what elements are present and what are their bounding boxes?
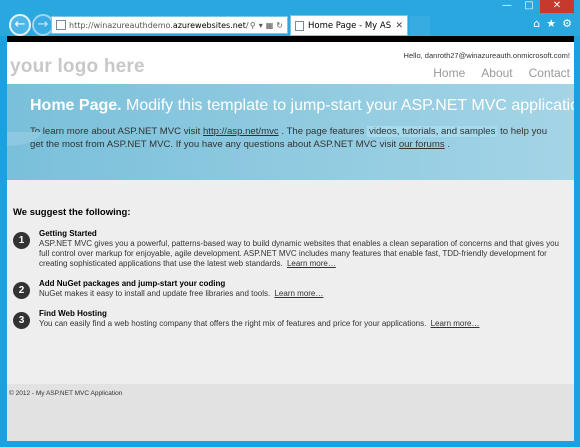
aspnet-mvc-link[interactable]: http://asp.net/mvc: [203, 126, 279, 137]
maximize-icon[interactable]: □: [518, 0, 540, 13]
step-text: NuGet makes it easy to install and updat…: [39, 289, 568, 299]
site-logo[interactable]: your logo here: [10, 56, 145, 78]
featured-title-rest: Modify this template to jump-start your …: [121, 97, 574, 114]
page-icon: [56, 20, 66, 30]
step-body: Find Web Hosting You can easily find a w…: [39, 309, 568, 329]
featured-highlight: videos, tutorials, and samples: [367, 126, 498, 137]
tab-close-icon[interactable]: ✕: [395, 21, 403, 31]
browser-window: — □ ✕ ← → http://winazureauthdemo.azurew…: [0, 0, 580, 447]
address-domain: azurewebsites.net: [172, 20, 246, 30]
new-tab-button[interactable]: [410, 16, 430, 36]
address-suffix: /: [245, 20, 249, 30]
step-body: Getting Started ASP.NET MVC gives you a …: [39, 229, 568, 269]
compat-icon[interactable]: ▦: [266, 21, 274, 30]
step-text: ASP.NET MVC gives you a powerful, patter…: [39, 239, 568, 269]
browser-toolbar-icons: ⌂ ★ ⚙: [533, 17, 572, 30]
window-controls: — □ ✕: [496, 0, 574, 13]
browser-tab[interactable]: Home Page - My ASP.NET ... ✕: [290, 15, 408, 36]
settings-icon[interactable]: ⚙: [562, 17, 572, 30]
site-nav: Home About Contact: [417, 66, 570, 80]
tab-title: Home Page - My ASP.NET ...: [308, 20, 392, 31]
site-header: your logo here Hello, danroth27@winazure…: [7, 42, 574, 84]
featured-text-part4: .: [444, 139, 451, 150]
site-footer: © 2012 - My ASP.NET MVC Application: [7, 384, 574, 441]
step-number: 1: [13, 232, 30, 249]
search-icon[interactable]: ⚲: [250, 21, 256, 30]
step-item: 3 Find Web Hosting You can easily find a…: [13, 309, 568, 329]
featured-title: Home Page. Modify this template to jump-…: [30, 97, 574, 115]
close-window-icon[interactable]: ✕: [540, 0, 574, 13]
address-bar[interactable]: http://winazureauthdemo.azurewebsites.ne…: [51, 16, 288, 34]
step-item: 2 Add NuGet packages and jump-start your…: [13, 279, 568, 299]
address-url[interactable]: http://winazureauthdemo.azurewebsites.ne…: [69, 21, 250, 30]
minimize-icon[interactable]: —: [496, 0, 518, 13]
nav-about[interactable]: About: [481, 66, 512, 80]
nav-contact[interactable]: Contact: [529, 66, 570, 80]
learn-more-link[interactable]: Learn more…: [287, 259, 336, 268]
step-body: Add NuGet packages and jump-start your c…: [39, 279, 568, 299]
tab-page-icon: [295, 20, 304, 31]
refresh-icon[interactable]: ↻: [276, 21, 283, 30]
step-description: You can easily find a web hosting compan…: [39, 319, 427, 328]
favorites-icon[interactable]: ★: [546, 17, 556, 30]
featured-title-bold: Home Page.: [30, 97, 122, 114]
suggest-heading: We suggest the following:: [13, 207, 131, 218]
featured-text-part2: . The page features: [278, 126, 368, 137]
address-icons: ⚲ ▾ ▦ ↻: [250, 21, 283, 30]
user-greeting[interactable]: Hello, danroth27@winazureauth.onmicrosof…: [404, 51, 570, 60]
step-item: 1 Getting Started ASP.NET MVC gives you …: [13, 229, 568, 269]
step-title: Add NuGet packages and jump-start your c…: [39, 279, 226, 288]
featured-section: Home Page. Modify this template to jump-…: [7, 84, 574, 180]
step-title: Find Web Hosting: [39, 309, 107, 318]
page-viewport: your logo here Hello, danroth27@winazure…: [7, 36, 574, 441]
main-content: We suggest the following: 1 Getting Star…: [7, 180, 574, 384]
learn-more-link[interactable]: Learn more…: [431, 319, 480, 328]
dropdown-icon[interactable]: ▾: [259, 21, 263, 30]
step-number: 3: [13, 312, 30, 329]
address-prefix: http://winazureauthdemo.: [69, 20, 173, 30]
step-title: Getting Started: [39, 229, 97, 238]
featured-text: To learn more about ASP.NET MVC visit ht…: [30, 125, 551, 151]
title-bar: — □ ✕ ← → http://winazureauthdemo.azurew…: [0, 0, 580, 36]
nav-home[interactable]: Home: [433, 66, 465, 80]
forums-link[interactable]: our forums: [399, 139, 445, 150]
featured-text-part1: To learn more about ASP.NET MVC visit: [30, 126, 203, 137]
footer-copyright: © 2012 - My ASP.NET MVC Application: [9, 390, 123, 397]
learn-more-link[interactable]: Learn more…: [274, 289, 323, 298]
back-icon[interactable]: ←: [9, 14, 31, 36]
step-description: NuGet makes it easy to install and updat…: [39, 289, 271, 298]
step-number: 2: [13, 282, 30, 299]
step-text: You can easily find a web hosting compan…: [39, 319, 568, 329]
home-icon[interactable]: ⌂: [533, 17, 540, 30]
